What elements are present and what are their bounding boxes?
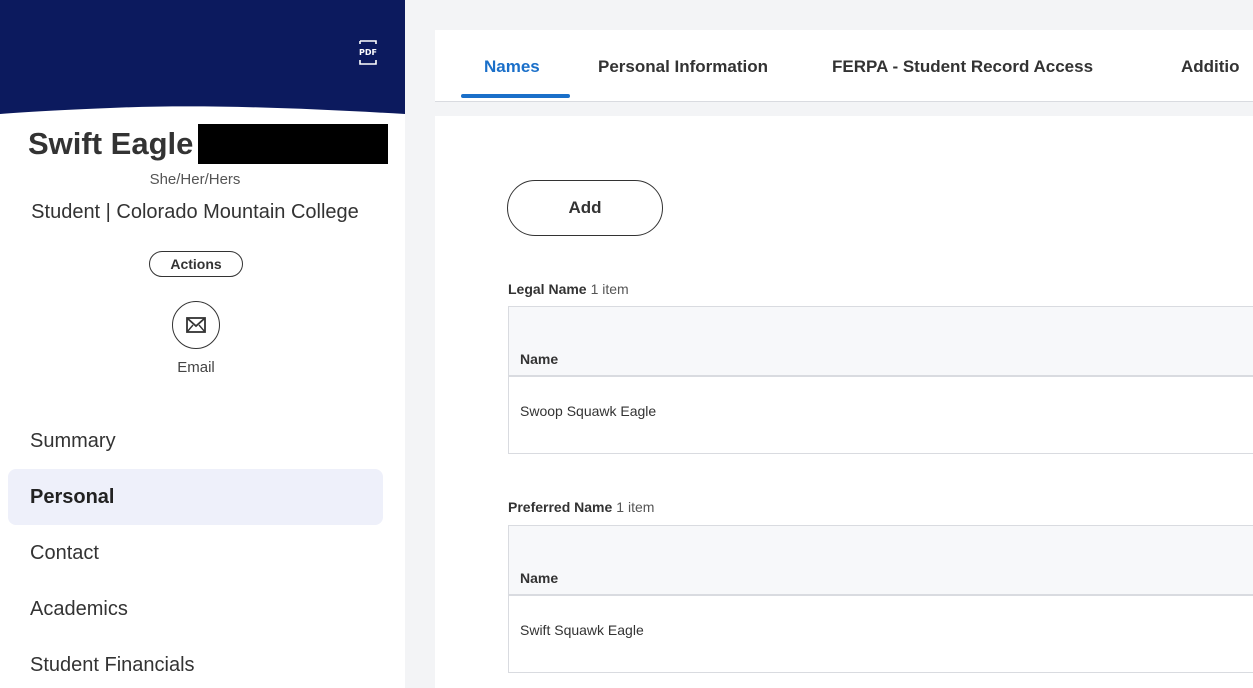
profile-panel: PDF Swift Eagle She/Her/Hers Student | C… bbox=[0, 0, 405, 688]
email-button[interactable] bbox=[172, 301, 220, 349]
tab-personal-information[interactable]: Personal Information bbox=[598, 57, 768, 77]
grid-header: Name bbox=[509, 526, 1253, 596]
table-row: Swoop Squawk Eagle bbox=[509, 377, 1253, 453]
table-row: Swift Squawk Eagle bbox=[509, 596, 1253, 672]
profile-pronouns: She/Her/Hers bbox=[149, 171, 241, 188]
tab-additional[interactable]: Additio bbox=[1181, 57, 1240, 77]
grid-header: Name bbox=[509, 307, 1253, 377]
nav-item-contact[interactable]: Contact bbox=[8, 525, 383, 581]
tab-ferpa-student-record-access[interactable]: FERPA - Student Record Access bbox=[832, 57, 1093, 77]
tab-divider-strip bbox=[435, 102, 1253, 116]
tab-bar: Names Personal Information FERPA - Stude… bbox=[435, 30, 1253, 102]
preferred-name-grid: Name Swift Squawk Eagle bbox=[508, 525, 1253, 673]
preferred-name-value: Swift Squawk Eagle bbox=[520, 622, 644, 638]
preferred-name-title: Preferred Name bbox=[508, 499, 613, 515]
nav-item-academics[interactable]: Academics bbox=[8, 581, 383, 637]
actions-button[interactable]: Actions bbox=[149, 251, 243, 277]
nav-item-personal[interactable]: Personal bbox=[8, 469, 383, 525]
pdf-icon[interactable]: PDF bbox=[357, 40, 379, 66]
profile-subtitle: Student | Colorado Mountain College bbox=[31, 201, 359, 223]
preferred-name-count: 1 item bbox=[616, 499, 655, 515]
name-row: Swift Eagle bbox=[0, 124, 405, 164]
column-header-name[interactable]: Name bbox=[520, 570, 558, 586]
nav-item-student-financials[interactable]: Student Financials bbox=[8, 637, 383, 688]
content-panel: Names Personal Information FERPA - Stude… bbox=[435, 30, 1253, 688]
email-label: Email bbox=[177, 359, 215, 376]
legal-name-heading: Legal Name 1 item bbox=[508, 281, 629, 297]
svg-text:PDF: PDF bbox=[359, 48, 377, 57]
legal-name-count: 1 item bbox=[590, 281, 629, 297]
profile-name: Swift Eagle bbox=[28, 126, 194, 161]
legal-name-title: Legal Name bbox=[508, 281, 587, 297]
column-header-name[interactable]: Name bbox=[520, 351, 558, 367]
nav-item-summary[interactable]: Summary bbox=[8, 413, 383, 469]
legal-name-value: Swoop Squawk Eagle bbox=[520, 403, 657, 419]
envelope-icon bbox=[186, 317, 206, 333]
legal-name-grid: Name Swoop Squawk Eagle bbox=[508, 306, 1253, 454]
add-button[interactable]: Add bbox=[507, 180, 663, 236]
active-tab-indicator bbox=[461, 94, 570, 98]
profile-nav: Summary Personal Contact Academics Stude… bbox=[8, 413, 383, 688]
preferred-name-heading: Preferred Name 1 item bbox=[508, 499, 654, 515]
redacted-block bbox=[198, 124, 388, 164]
tab-names[interactable]: Names bbox=[484, 57, 540, 77]
